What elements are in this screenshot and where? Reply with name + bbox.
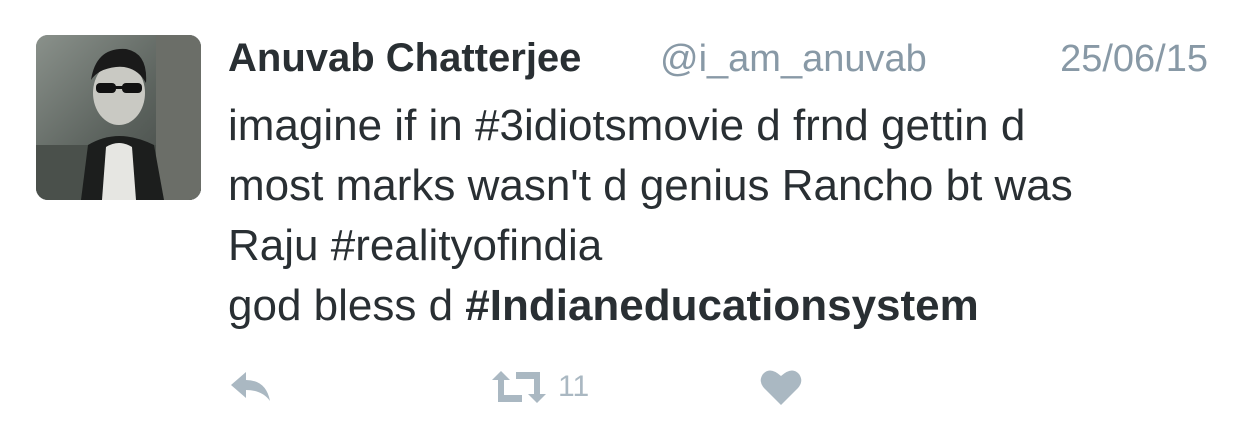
author-name[interactable]: Anuvab Chatterjee bbox=[228, 36, 581, 81]
like-button[interactable] bbox=[760, 362, 802, 412]
tweet-header: Anuvab Chatterjee @i_am_anuvab 25/06/15 bbox=[228, 34, 1208, 90]
reply-icon bbox=[231, 372, 270, 401]
tweet-text-line: imagine if in #3idiotsmovie d frnd getti… bbox=[228, 101, 1026, 150]
tweet-text-line: Raju #realityofindia bbox=[228, 221, 603, 270]
tweet-text: imagine if in #3idiotsmovie d frnd getti… bbox=[228, 96, 1218, 336]
tweet-date[interactable]: 25/06/15 bbox=[1060, 38, 1208, 81]
retweet-button[interactable]: 11 bbox=[490, 362, 589, 412]
heart-icon bbox=[760, 370, 802, 405]
tweet-text-line: god bless d #Indianeducationsystem bbox=[228, 276, 1218, 336]
hashtag-link[interactable]: #Indianeducationsystem bbox=[465, 281, 978, 330]
retweet-count: 11 bbox=[558, 370, 590, 403]
author-handle[interactable]: @i_am_anuvab bbox=[660, 38, 927, 81]
tweet-text-prefix: god bless d bbox=[228, 281, 466, 330]
reply-button[interactable] bbox=[228, 362, 274, 412]
avatar-photo bbox=[36, 35, 201, 200]
tweet-text-line: most marks wasn't d genius Rancho bt was bbox=[228, 161, 1073, 210]
tweet-actions: 11 bbox=[228, 362, 928, 412]
tweet-card[interactable]: Anuvab Chatterjee @i_am_anuvab 25/06/15 … bbox=[0, 0, 1242, 437]
retweet-icon bbox=[492, 371, 546, 403]
avatar[interactable] bbox=[36, 35, 201, 200]
